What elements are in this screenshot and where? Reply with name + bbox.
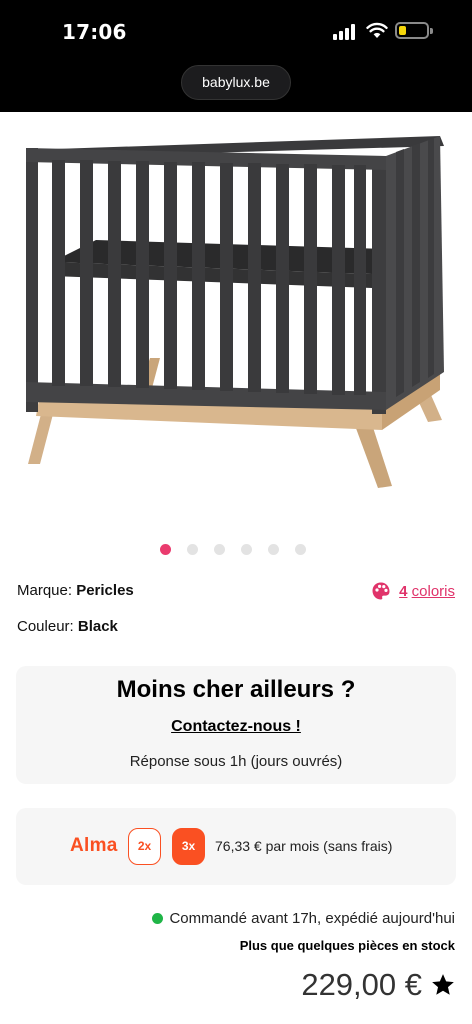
status-dot	[152, 913, 164, 924]
price-row: 229,00 €	[301, 967, 456, 1003]
color-label: Couleur:	[17, 618, 74, 635]
carousel-dot[interactable]	[241, 543, 252, 555]
carousel-dot[interactable]	[160, 543, 171, 555]
url-bar[interactable]: babylux.be	[181, 65, 291, 100]
brand-row: Marque: Pericles	[17, 582, 134, 599]
carousel-dots	[160, 543, 306, 555]
cheaper-title: Moins cher ailleurs ?	[116, 676, 356, 703]
carousel-dot[interactable]	[295, 543, 306, 555]
alma-logo: Alma	[70, 835, 118, 856]
shipping-row: Commandé avant 17h, expédié aujourd'hui	[152, 910, 455, 927]
colors-label: coloris	[411, 582, 455, 600]
battery-level	[399, 26, 406, 35]
brand-value: Pericles	[76, 582, 134, 599]
signal-icon	[333, 24, 359, 40]
price: 229,00 €	[301, 967, 422, 1002]
product-image[interactable]	[0, 112, 472, 522]
carousel-dot[interactable]	[187, 543, 198, 555]
stock-text: Plus que quelques pièces en stock	[239, 938, 455, 953]
status-time: 17:06	[62, 20, 127, 44]
shipping-text: Commandé avant 17h, expédié aujourd'hui	[169, 910, 455, 927]
cheaper-elsewhere-box: Moins cher ailleurs ? Contactez-nous ! R…	[16, 666, 456, 784]
color-value: Black	[77, 618, 118, 635]
color-row: Couleur: Black	[17, 618, 118, 635]
brand-label: Marque:	[17, 582, 73, 599]
palette-icon	[372, 582, 390, 600]
star-icon[interactable]	[430, 972, 456, 998]
carousel-dot[interactable]	[268, 543, 279, 555]
status-bar: 17:06 babylux.be	[0, 0, 472, 112]
colors-count: 4	[399, 582, 408, 600]
battery-icon	[395, 22, 433, 39]
alma-payment-box: Alma 2x 3x 76,33 € par mois (sans frais)	[16, 808, 456, 885]
carousel-dot[interactable]	[214, 543, 225, 555]
alma-installment-text: 76,33 € par mois (sans frais)	[215, 838, 393, 854]
alma-2x-option[interactable]: 2x	[128, 828, 161, 865]
contact-us-link[interactable]: Contactez-nous !	[16, 718, 456, 736]
wifi-icon	[366, 22, 388, 38]
response-time-text: Réponse sous 1h (jours ouvrés)	[129, 753, 343, 770]
colors-link[interactable]: 4 coloris	[371, 581, 455, 601]
alma-3x-option[interactable]: 3x	[172, 828, 205, 865]
